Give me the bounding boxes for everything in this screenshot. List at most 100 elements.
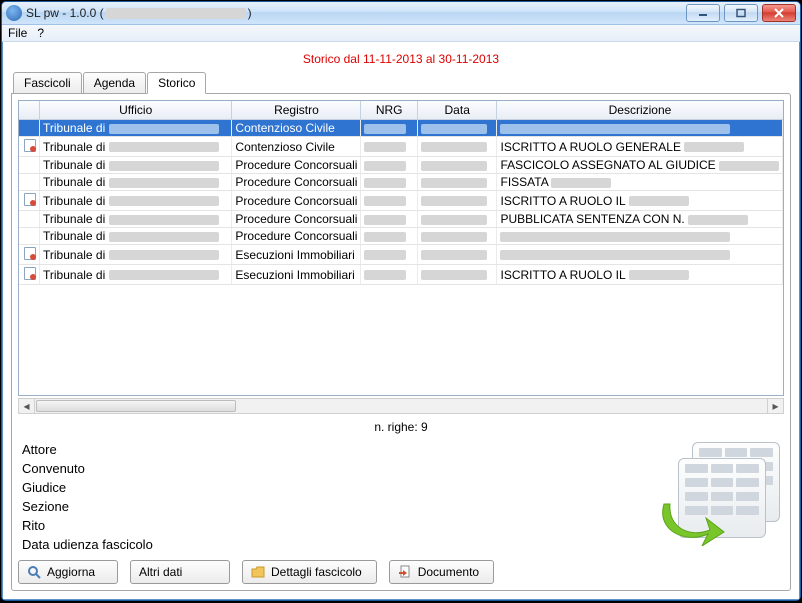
redacted — [364, 142, 406, 152]
table-row[interactable]: Tribunale di Contenzioso CivileISCRITTO … — [19, 137, 783, 157]
aggiorna-button[interactable]: Aggiorna — [18, 560, 118, 584]
title-suffix: ) — [248, 6, 252, 20]
tab-agenda[interactable]: Agenda — [83, 72, 146, 94]
redacted — [364, 161, 406, 171]
redacted — [364, 232, 406, 242]
documento-label: Documento — [418, 565, 479, 579]
col-registro[interactable]: Registro — [232, 101, 361, 120]
table-row[interactable]: Tribunale di Procedure ConcorsualiPUBBLI… — [19, 211, 783, 228]
label-convenuto: Convenuto — [22, 461, 153, 476]
export-illustration — [660, 442, 780, 552]
tab-storico[interactable]: Storico — [147, 72, 206, 94]
cell-registro: Procedure Concorsuali — [232, 228, 361, 245]
redacted — [109, 124, 219, 134]
menu-help[interactable]: ? — [37, 26, 44, 40]
redacted — [109, 178, 219, 188]
titlebar[interactable]: SL pw - 1.0.0 () — [2, 2, 800, 25]
maximize-button[interactable] — [724, 4, 758, 22]
redacted — [421, 161, 487, 171]
cell-registro: Procedure Concorsuali — [232, 211, 361, 228]
export-arrow-icon — [656, 496, 726, 546]
cell-registro: Contenzioso Civile — [232, 120, 361, 137]
redacted — [629, 196, 689, 206]
table-row[interactable]: Tribunale di Esecuzioni ImmobiliariISCRI… — [19, 265, 783, 285]
maximize-icon — [735, 8, 747, 18]
menu-file[interactable]: File — [8, 26, 27, 40]
dettagli-fascicolo-button[interactable]: Dettagli fascicolo — [242, 560, 377, 584]
horizontal-scrollbar[interactable]: ◂ ▸ — [18, 398, 784, 414]
label-attore: Attore — [22, 442, 153, 457]
cell-registro: Contenzioso Civile — [232, 137, 361, 157]
redacted — [364, 196, 406, 206]
col-nrg[interactable]: NRG — [361, 101, 417, 120]
redacted — [551, 178, 611, 188]
redacted — [421, 196, 487, 206]
data-grid[interactable]: Ufficio Registro NRG Data Descrizione Tr… — [18, 100, 784, 396]
redacted — [109, 161, 219, 171]
redacted — [719, 161, 779, 171]
window-controls — [686, 4, 796, 22]
cell-ufficio: Tribunale di — [43, 268, 109, 282]
row-document-icon — [22, 192, 36, 206]
altri-dati-button[interactable]: Altri dati — [130, 560, 230, 584]
row-document-icon — [22, 138, 36, 152]
redacted — [688, 215, 748, 225]
app-window: SL pw - 1.0.0 () File ? Storico dal 11-1… — [1, 1, 801, 601]
aggiorna-label: Aggiorna — [47, 565, 95, 579]
dettagli-label: Dettagli fascicolo — [271, 565, 362, 579]
documento-button[interactable]: Documento — [389, 560, 494, 584]
redacted — [364, 215, 406, 225]
table-row[interactable]: Tribunale di Esecuzioni Immobiliari — [19, 245, 783, 265]
table-row[interactable]: Tribunale di Procedure ConcorsualiISCRIT… — [19, 191, 783, 211]
window-title: SL pw - 1.0.0 () — [26, 6, 252, 20]
cell-ufficio: Tribunale di — [43, 248, 109, 262]
redacted — [109, 232, 219, 242]
table-row[interactable]: Tribunale di Contenzioso Civile — [19, 120, 783, 137]
title-redacted — [106, 8, 246, 19]
cell-ufficio: Tribunale di — [43, 194, 109, 208]
redacted — [364, 250, 406, 260]
minimize-button[interactable] — [686, 4, 720, 22]
redacted — [684, 142, 744, 152]
tab-fascicoli[interactable]: Fascicoli — [13, 72, 82, 94]
menubar: File ? — [2, 25, 800, 42]
redacted — [500, 124, 730, 134]
folder-icon — [251, 565, 265, 579]
cell-registro: Procedure Concorsuali — [232, 191, 361, 211]
label-sezione: Sezione — [22, 499, 153, 514]
scroll-thumb[interactable] — [36, 400, 236, 412]
redacted — [109, 250, 219, 260]
cell-registro: Esecuzioni Immobiliari — [232, 265, 361, 285]
cell-ufficio: Tribunale di — [43, 229, 109, 243]
button-bar: Aggiorna Altri dati Dettagli fascicolo D… — [18, 554, 784, 584]
table-row[interactable]: Tribunale di Procedure ConcorsualiFISSAT… — [19, 174, 783, 191]
scroll-right-icon[interactable]: ▸ — [767, 399, 783, 413]
redacted — [629, 270, 689, 280]
label-rito: Rito — [22, 518, 153, 533]
app-icon — [6, 5, 22, 21]
col-icon[interactable] — [19, 101, 40, 120]
tab-panel-storico: Ufficio Registro NRG Data Descrizione Tr… — [11, 93, 791, 591]
redacted — [421, 142, 487, 152]
close-button[interactable] — [762, 4, 796, 22]
table-row[interactable]: Tribunale di Procedure ConcorsualiFASCIC… — [19, 157, 783, 174]
redacted — [421, 215, 487, 225]
redacted — [421, 250, 487, 260]
cell-ufficio: Tribunale di — [43, 158, 109, 172]
title-prefix: SL pw - 1.0.0 ( — [26, 6, 104, 20]
details-labels: Attore Convenuto Giudice Sezione Rito Da… — [22, 442, 153, 552]
table-row[interactable]: Tribunale di Procedure Concorsuali — [19, 228, 783, 245]
redacted — [500, 232, 730, 242]
col-ufficio[interactable]: Ufficio — [40, 101, 232, 120]
redacted — [109, 215, 219, 225]
scroll-left-icon[interactable]: ◂ — [19, 399, 35, 413]
redacted — [109, 270, 219, 280]
cell-registro: Procedure Concorsuali — [232, 174, 361, 191]
col-data[interactable]: Data — [417, 101, 497, 120]
altri-dati-label: Altri dati — [139, 565, 182, 579]
tab-bar: Fascicoli Agenda Storico — [11, 72, 791, 94]
col-descrizione[interactable]: Descrizione — [497, 101, 783, 120]
details-area: Attore Convenuto Giudice Sezione Rito Da… — [18, 440, 784, 554]
redacted — [364, 124, 406, 134]
cell-registro: Procedure Concorsuali — [232, 157, 361, 174]
